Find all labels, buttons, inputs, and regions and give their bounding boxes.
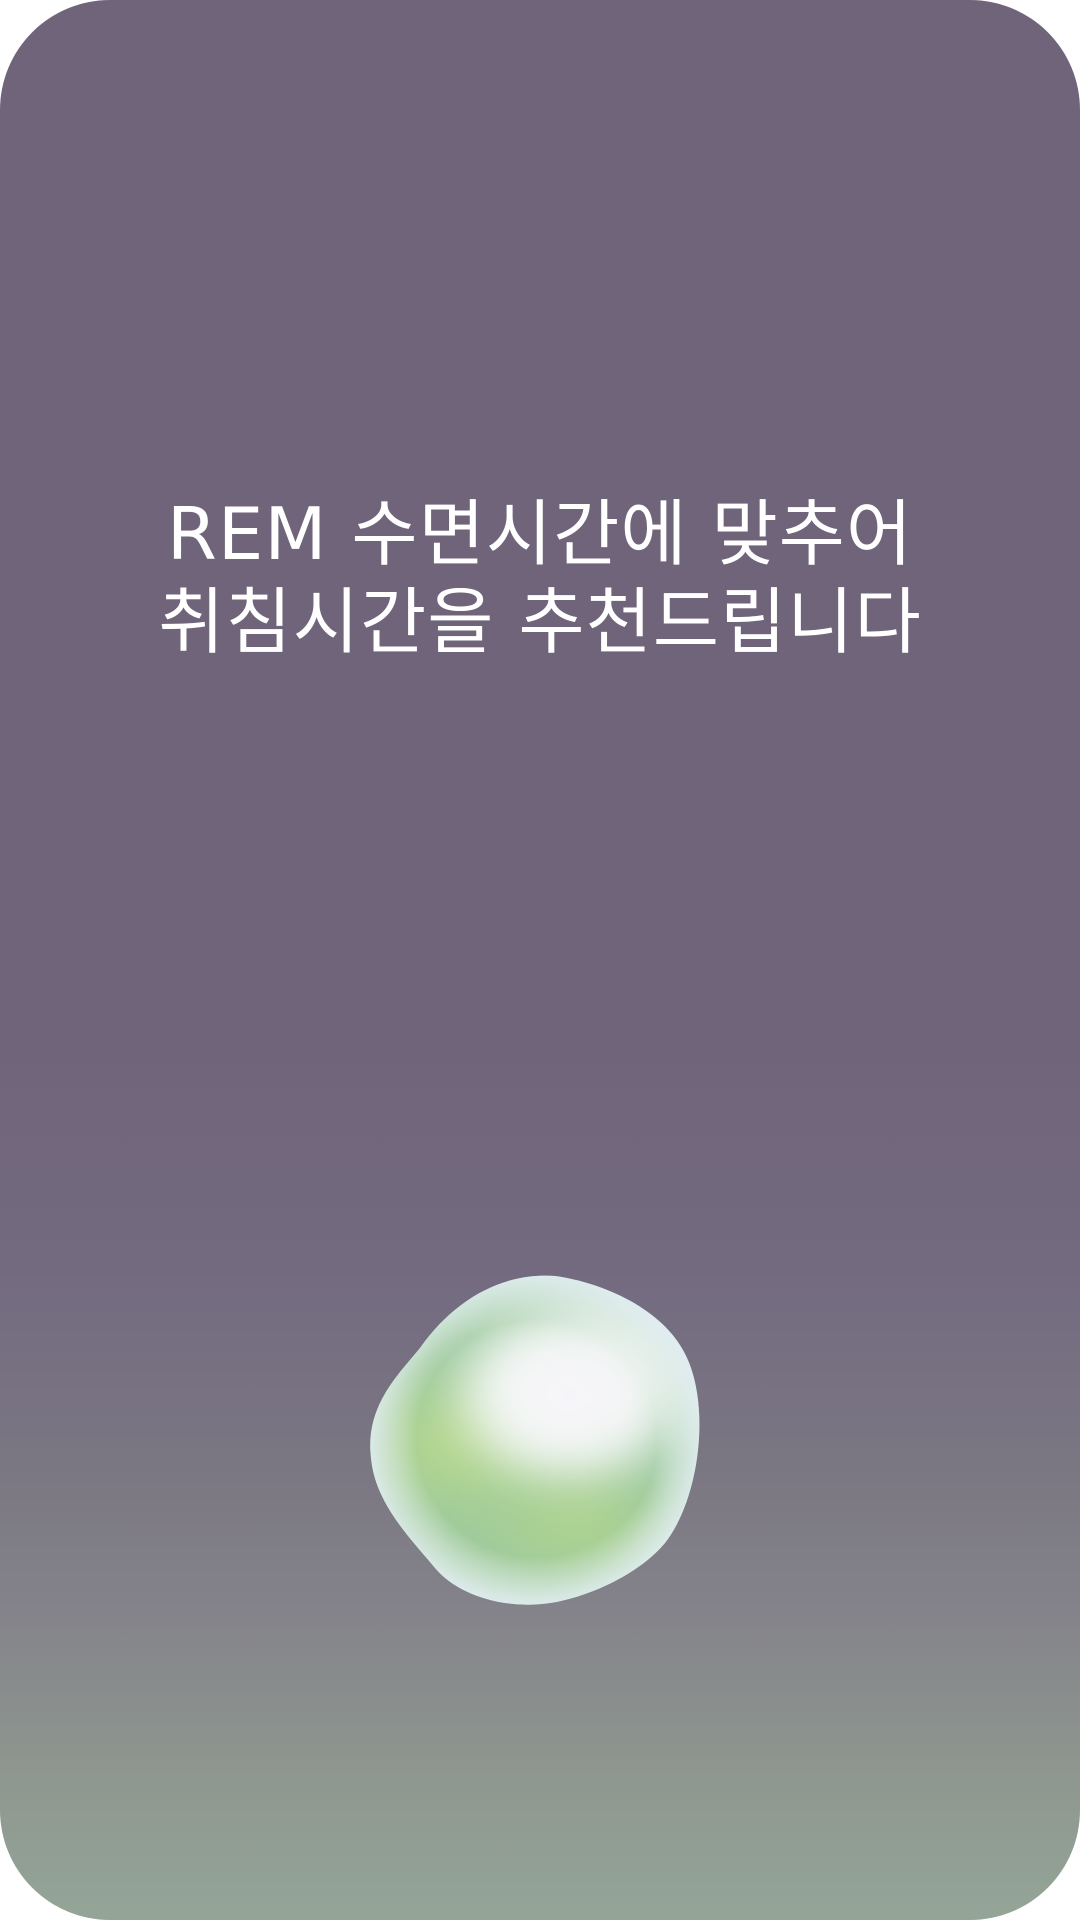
headline-line-1: REM 수면시간에 맞추어 — [166, 492, 914, 576]
app-screen: REM 수면시간에 맞추어 취침시간을 추천드립니다 — [0, 0, 1080, 1920]
sleep-orb[interactable] — [365, 1268, 710, 1608]
sleep-orb-blob-icon — [370, 1275, 700, 1605]
headline-line-2: 취침시간을 추천드립니다 — [158, 580, 922, 664]
headline: REM 수면시간에 맞추어 취침시간을 추천드립니다 — [0, 490, 1080, 666]
